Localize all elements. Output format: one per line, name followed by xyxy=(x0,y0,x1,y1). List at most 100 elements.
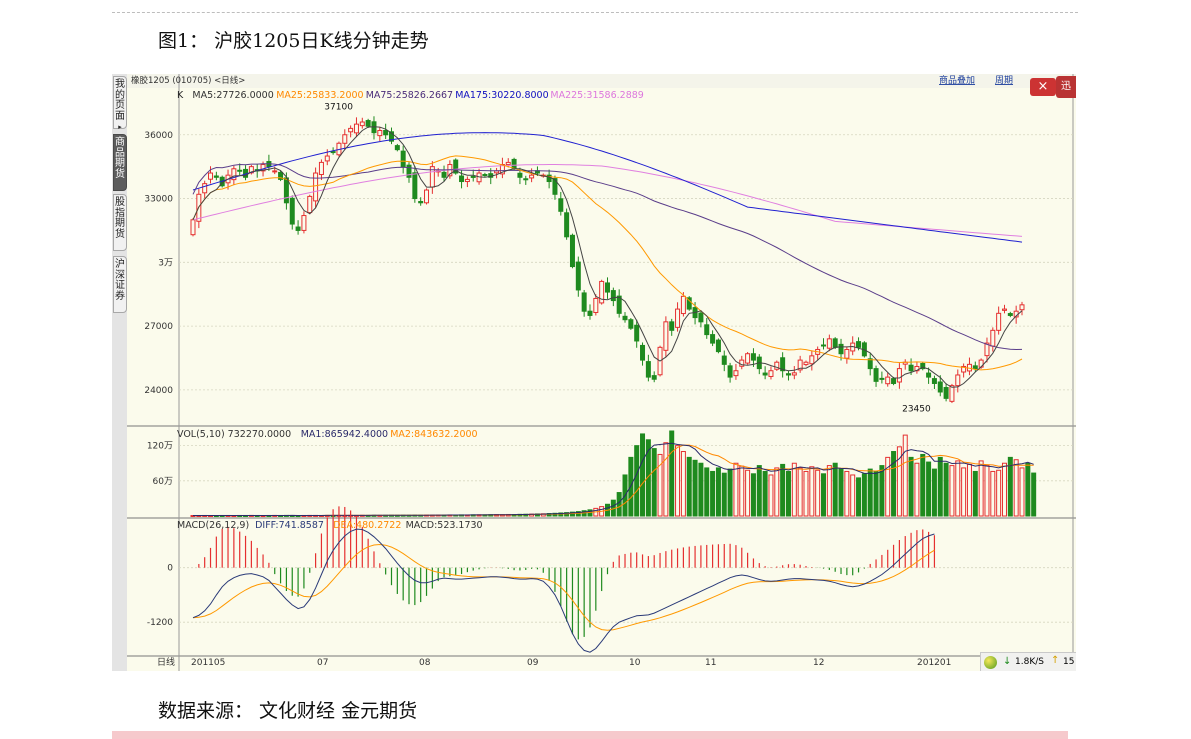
volume-bar-down xyxy=(651,448,657,517)
candle-down xyxy=(669,321,675,331)
candle-down xyxy=(640,344,646,361)
candle-down xyxy=(400,150,406,168)
candle-up xyxy=(803,361,809,366)
volume-bar-up xyxy=(826,465,832,517)
tab-index-futures[interactable]: 股指期货 xyxy=(113,194,127,251)
candle-down xyxy=(634,324,640,342)
volume-bar-down xyxy=(972,470,978,517)
volume-bar-down xyxy=(1031,472,1037,517)
volume-bar-down xyxy=(721,472,727,517)
volume-bar-up xyxy=(797,467,803,517)
side-panel-button[interactable]: 迅 xyxy=(1056,76,1076,98)
candle-up xyxy=(885,376,891,385)
candle-down xyxy=(575,261,581,291)
globe-icon xyxy=(984,656,997,669)
candle-down xyxy=(832,338,838,348)
volume-legend-item: MA2:843632.2000 xyxy=(390,429,477,440)
candle-down xyxy=(698,312,704,323)
price-legend-item: MA5:27726.0000 xyxy=(192,90,273,101)
volume-bar-up xyxy=(803,470,809,517)
candle-down xyxy=(213,175,219,178)
volume-bar-down xyxy=(926,461,932,517)
candle-up xyxy=(593,297,599,313)
volume-bar-up xyxy=(914,462,920,517)
candle-down xyxy=(704,324,710,336)
x-axis-label: 09 xyxy=(527,658,539,668)
volume-bar-down xyxy=(634,445,640,517)
volume-bar-up xyxy=(809,466,815,517)
volume-bar-up xyxy=(739,465,745,517)
tab-commodity-futures-label: 商品期货 xyxy=(115,137,125,180)
candle-up xyxy=(301,215,307,231)
candle-down xyxy=(785,373,791,376)
volume-bar-down xyxy=(908,456,914,517)
volume-bar-down xyxy=(879,465,885,517)
candle-up xyxy=(733,370,739,377)
volume-bar-down xyxy=(856,477,862,517)
candle-up xyxy=(990,329,996,347)
candle-down xyxy=(651,375,657,380)
candle-down xyxy=(821,344,827,347)
volume-bar-up xyxy=(768,474,774,517)
candle-up xyxy=(826,338,832,349)
candle-down xyxy=(628,319,634,329)
volume-bar-down xyxy=(920,453,926,517)
candle-down xyxy=(394,145,400,151)
high-annotation: 37100 xyxy=(324,102,353,112)
volume-bar-down xyxy=(762,470,768,517)
volume-bar-down xyxy=(727,468,733,517)
download-arrow-icon: ↓ xyxy=(1003,656,1012,667)
candle-down xyxy=(605,282,610,293)
price-legend-item: MA225:31586.2889 xyxy=(550,90,643,101)
volume-bar-down xyxy=(640,433,646,517)
volume-bar-down xyxy=(861,473,867,517)
candle-down xyxy=(587,310,593,316)
volume-bar-down xyxy=(686,456,692,517)
volume-bar-down xyxy=(838,468,844,517)
price-tick-label: 24000 xyxy=(144,386,173,396)
left-tab-bar: 我的页面 ▸ 商品期货 股指期货 沪深证券 xyxy=(112,74,128,671)
candle-down xyxy=(710,334,716,344)
x-axis-label: 08 xyxy=(419,658,431,668)
volume-bar-down xyxy=(1025,462,1031,517)
volume-bar-up xyxy=(663,442,669,517)
candle-down xyxy=(459,175,465,183)
candle-up xyxy=(424,189,430,204)
candle-down xyxy=(721,355,727,365)
window-title: 橡胶1205 (010705) <日线> xyxy=(131,75,245,86)
candle-down xyxy=(564,212,570,238)
candle-down xyxy=(879,377,885,380)
volume-bar-down xyxy=(943,462,949,517)
candle-down xyxy=(1007,313,1013,316)
candle-up xyxy=(663,321,669,351)
candle-up xyxy=(208,172,214,180)
volume-bar-down xyxy=(698,462,704,517)
price-tick-label: 33000 xyxy=(144,195,173,205)
close-icon[interactable]: × xyxy=(1030,78,1056,96)
candle-up xyxy=(190,219,196,236)
tab-commodity-futures[interactable]: 商品期货 xyxy=(113,134,127,191)
volume-bar-up xyxy=(850,474,856,517)
candle-down xyxy=(715,339,721,353)
download-speed: 1.8K/S xyxy=(1015,657,1044,667)
candle-down xyxy=(727,365,733,378)
candle-down xyxy=(523,178,529,181)
volume-bar-up xyxy=(844,470,850,517)
menu-commodity-overlay: 商品叠加 xyxy=(939,74,975,86)
price-tick-label: 27000 xyxy=(144,322,173,332)
volume-bar-down xyxy=(873,470,879,517)
download-status-badge[interactable]: ↓ 1.8K/S ↑ 15 xyxy=(980,652,1076,671)
tab-my-page[interactable]: 我的页面 ▸ xyxy=(113,76,127,131)
candle-up xyxy=(675,308,681,328)
candle-up xyxy=(324,155,330,162)
candle-down xyxy=(622,315,628,321)
volume-bar-up xyxy=(733,462,739,517)
window-title-bar xyxy=(127,74,1076,88)
candle-down xyxy=(289,197,295,225)
x-axis-label: 07 xyxy=(317,658,328,668)
candle-up xyxy=(202,183,208,194)
macd-tick-label: -1200 xyxy=(147,618,173,628)
volume-bar-up xyxy=(1019,467,1025,517)
tab-shanghai-shenzhen-securities[interactable]: 沪深证券 xyxy=(113,256,127,313)
volume-tick-label: 120万 xyxy=(147,442,173,452)
